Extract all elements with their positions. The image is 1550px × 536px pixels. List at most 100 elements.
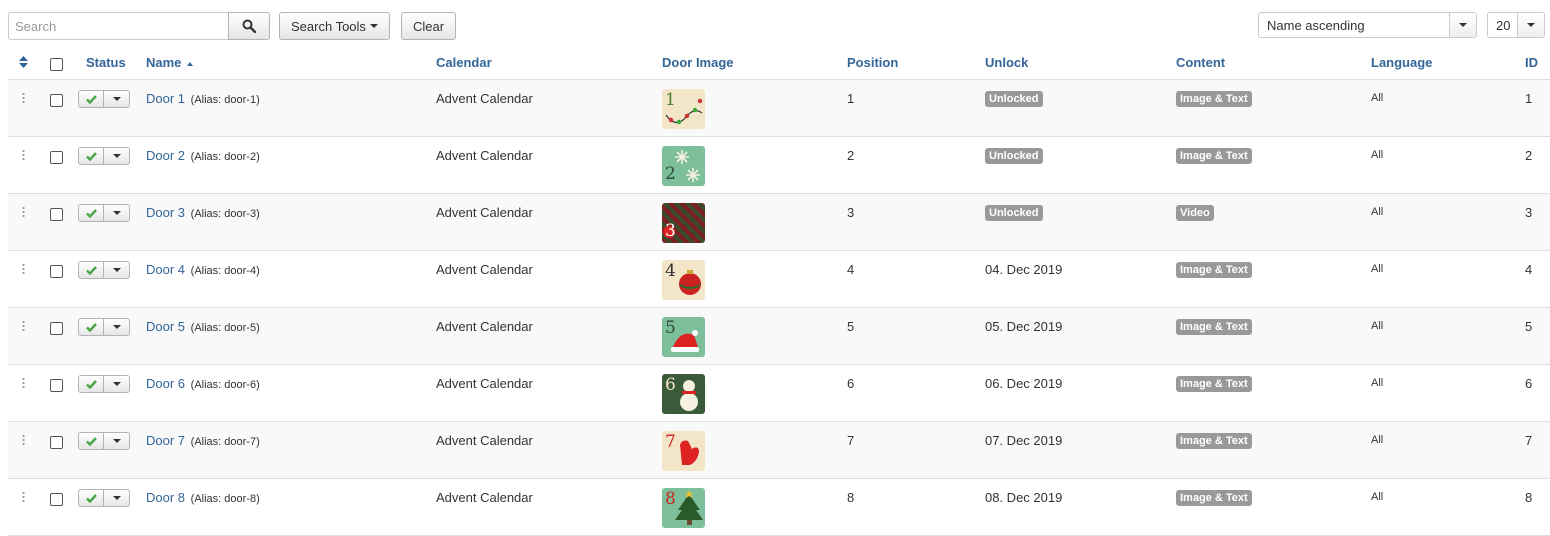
caret-down-icon [112,211,121,215]
ordering-sort-icon[interactable] [19,56,28,68]
status-menu-button[interactable] [104,376,129,392]
row-checkbox[interactable] [50,379,63,392]
door-alias: (Alias: door-6) [190,379,260,391]
door-name-link[interactable]: Door 4 [146,262,185,277]
status-menu-button[interactable] [104,205,129,221]
unlock-date: 07. Dec 2019 [985,433,1063,448]
column-position[interactable]: Position [847,55,898,70]
drag-handle-icon[interactable] [22,92,25,103]
search-button[interactable] [228,12,270,40]
content-badge: Image & Text [1176,433,1252,449]
name-cell: Door 1 (Alias: door-1) [146,91,260,106]
content-badge: Video [1176,205,1214,221]
status-menu-button[interactable] [104,262,129,278]
row-checkbox[interactable] [50,265,63,278]
door-name-link[interactable]: Door 5 [146,319,185,334]
status-menu-button[interactable] [104,319,129,335]
column-status[interactable]: Status [86,55,126,70]
calendar-cell: Advent Calendar [436,490,533,505]
select-all-checkbox[interactable] [50,58,63,71]
drag-handle-icon[interactable] [22,149,25,160]
status-toggle[interactable] [78,90,130,108]
status-toggle[interactable] [78,261,130,279]
status-menu-button[interactable] [104,91,129,107]
drag-handle-icon[interactable] [22,377,25,388]
door-name-link[interactable]: Door 6 [146,376,185,391]
column-door-image[interactable]: Door Image [662,55,734,70]
status-toggle[interactable] [78,489,130,507]
column-unlock[interactable]: Unlock [985,55,1028,70]
id-cell: 5 [1525,319,1533,334]
door-name-link[interactable]: Door 3 [146,205,185,220]
name-cell: Door 3 (Alias: door-3) [146,205,260,220]
search-tools-button[interactable]: Search Tools [279,12,390,40]
door-image-thumb[interactable]: 8 [662,488,705,528]
table-row: Door 8 (Alias: door-8) Advent Calendar 8… [8,479,1550,536]
row-checkbox[interactable] [50,94,63,107]
search-input[interactable] [8,12,228,40]
position-cell: 1 [847,91,855,106]
door-image-thumb[interactable]: 1 [662,89,705,129]
door-name-link[interactable]: Door 8 [146,490,185,505]
published-check-icon[interactable] [79,148,105,164]
door-name-link[interactable]: Door 2 [146,148,185,163]
door-alias: (Alias: door-1) [190,94,260,106]
published-check-icon[interactable] [79,433,105,449]
door-name-link[interactable]: Door 7 [146,433,185,448]
door-image-thumb[interactable]: 7 [662,431,705,471]
sort-select-arrow [1449,13,1476,37]
door-image-thumb[interactable]: 3 [662,203,705,243]
door-image-thumb[interactable]: 4 [662,260,705,300]
table-row: Door 7 (Alias: door-7) Advent Calendar 7… [8,422,1550,479]
door-image-thumb[interactable]: 6 [662,374,705,414]
limit-select[interactable]: 20 [1487,12,1545,38]
row-checkbox[interactable] [50,493,63,506]
door-number: 4 [665,261,676,281]
table-row: Door 4 (Alias: door-4) Advent Calendar 4… [8,251,1550,308]
column-calendar[interactable]: Calendar [436,55,492,70]
unlock-date: 04. Dec 2019 [985,262,1063,277]
table-row: Door 5 (Alias: door-5) Advent Calendar 5… [8,308,1550,365]
published-check-icon[interactable] [79,91,105,107]
door-image-thumb[interactable]: 2 [662,146,705,186]
row-checkbox[interactable] [50,151,63,164]
column-language[interactable]: Language [1371,55,1432,70]
drag-handle-icon[interactable] [22,434,25,445]
status-toggle[interactable] [78,318,130,336]
row-checkbox[interactable] [50,436,63,449]
status-menu-button[interactable] [104,490,129,506]
clear-button[interactable]: Clear [401,12,457,40]
content-badge: Image & Text [1176,376,1252,392]
column-id[interactable]: ID [1525,55,1538,70]
caret-down-icon [112,268,121,272]
row-checkbox[interactable] [50,208,63,221]
drag-handle-icon[interactable] [22,206,25,217]
status-toggle[interactable] [78,204,130,222]
status-toggle[interactable] [78,432,130,450]
position-cell: 6 [847,376,855,391]
door-image-thumb[interactable]: 5 [662,317,705,357]
id-cell: 3 [1525,205,1533,220]
column-name[interactable]: Name [146,55,194,70]
door-number: 8 [665,489,676,509]
published-check-icon[interactable] [79,262,105,278]
drag-handle-icon[interactable] [22,491,25,502]
door-name-link[interactable]: Door 1 [146,91,185,106]
published-check-icon[interactable] [79,490,105,506]
published-check-icon[interactable] [79,376,105,392]
status-toggle[interactable] [78,147,130,165]
door-alias: (Alias: door-2) [190,151,260,163]
column-content[interactable]: Content [1176,55,1225,70]
status-menu-button[interactable] [104,148,129,164]
content-badge: Image & Text [1176,262,1252,278]
sort-select[interactable]: Name ascending [1258,12,1477,38]
status-toggle[interactable] [78,375,130,393]
status-menu-button[interactable] [104,433,129,449]
published-check-icon[interactable] [79,205,105,221]
row-checkbox[interactable] [50,322,63,335]
drag-handle-icon[interactable] [22,320,25,331]
drag-handle-icon[interactable] [22,263,25,274]
published-check-icon[interactable] [79,319,105,335]
caret-down-icon [112,154,121,158]
id-cell: 1 [1525,91,1533,106]
